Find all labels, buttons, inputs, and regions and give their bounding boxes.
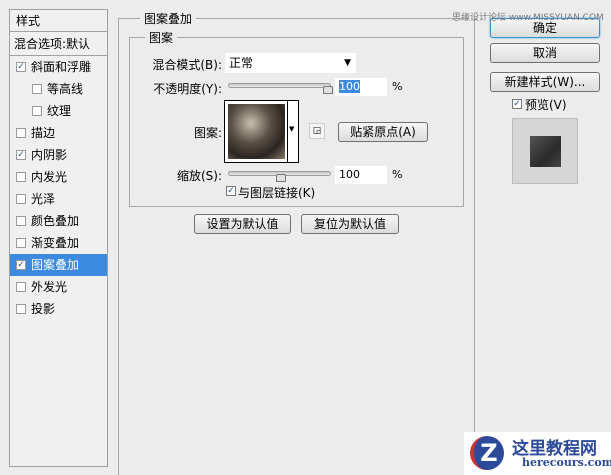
style-item[interactable]: ✓ 内阴影 (10, 144, 107, 166)
checkbox[interactable] (32, 84, 42, 94)
opacity-value: 100 (339, 80, 360, 93)
reset-default-button[interactable]: 复位为默认值 (301, 214, 399, 234)
blend-options-item[interactable]: 混合选项:默认 (10, 32, 107, 56)
style-item[interactable]: 外发光 (10, 276, 107, 298)
preview-label: 预览(V) (525, 98, 567, 112)
style-item-label: 斜面和浮雕 (31, 60, 92, 74)
style-item[interactable]: 投影 (10, 298, 107, 320)
blend-mode-value: 正常 (229, 56, 254, 70)
scale-input[interactable]: 100 (335, 166, 387, 184)
new-preset-icon[interactable]: ◲ (309, 123, 325, 139)
style-item-label: 光泽 (31, 192, 56, 206)
style-item[interactable]: 颜色叠加 (10, 210, 107, 232)
checkbox[interactable] (16, 304, 26, 314)
pattern-swatch (228, 104, 285, 159)
divider (118, 18, 119, 475)
link-label: 与图层链接(K) (238, 186, 316, 200)
style-item[interactable]: 光泽 (10, 188, 107, 210)
blend-mode-label: 混合模式(B): (152, 58, 222, 72)
style-item-label: 内发光 (31, 170, 68, 184)
style-item[interactable]: 渐变叠加 (10, 232, 107, 254)
checkbox[interactable] (16, 216, 26, 226)
logo-url: herecours.com (522, 456, 611, 469)
link-checkbox[interactable]: ✓ (226, 186, 236, 196)
opacity-label: 不透明度(Y): (153, 82, 222, 96)
style-item[interactable]: 描边 (10, 122, 107, 144)
opacity-input[interactable]: 100 (335, 78, 387, 96)
checkbox[interactable] (16, 172, 26, 182)
cancel-button[interactable]: 取消 (490, 43, 600, 63)
checkbox[interactable] (16, 128, 26, 138)
style-item-label: 内阴影 (31, 148, 68, 162)
chevron-down-icon: ▼ (289, 125, 295, 133)
style-item-label: 等高线 (47, 82, 84, 96)
pattern-picker[interactable]: ▼ (224, 100, 299, 163)
opacity-unit: % (392, 80, 403, 93)
style-item-label: 纹理 (47, 104, 72, 118)
style-item-label: 描边 (31, 126, 56, 140)
set-default-button[interactable]: 设置为默认值 (194, 214, 291, 234)
scale-slider-thumb[interactable] (276, 174, 286, 182)
style-item-label: 图案叠加 (31, 258, 80, 272)
style-item-label: 外发光 (31, 280, 68, 294)
style-item[interactable]: 内发光 (10, 166, 107, 188)
blend-mode-select[interactable]: 正常 ▼ (225, 53, 356, 73)
section-title: 图案叠加 (140, 10, 197, 27)
new-style-button[interactable]: 新建样式(W)... (490, 72, 600, 92)
preview-thumbnail (512, 118, 578, 184)
style-item[interactable]: ✓ 图案叠加 (10, 254, 107, 276)
preview-checkbox[interactable]: ✓ (512, 99, 522, 109)
style-item-label: 渐变叠加 (31, 236, 80, 250)
logo-icon: Z (470, 436, 504, 470)
chevron-down-icon: ▼ (344, 58, 351, 68)
checkbox[interactable] (16, 194, 26, 204)
site-logo: Z 这里教程网 herecours.com (464, 432, 611, 475)
checkbox[interactable] (16, 238, 26, 248)
checkbox[interactable]: ✓ (16, 260, 26, 270)
style-item-label: 投影 (31, 302, 56, 316)
style-item-label: 颜色叠加 (31, 214, 80, 228)
style-item[interactable]: 等高线 (10, 78, 107, 100)
style-list-header: 样式 (10, 10, 107, 32)
checkbox[interactable]: ✓ (16, 62, 26, 72)
scale-unit: % (392, 168, 403, 181)
checkbox[interactable] (32, 106, 42, 116)
opacity-slider[interactable] (228, 83, 331, 88)
scale-label: 缩放(S): (176, 169, 222, 183)
checkbox[interactable]: ✓ (16, 150, 26, 160)
divider (474, 18, 475, 475)
style-list: 样式 混合选项:默认 ✓ 斜面和浮雕等高线纹理描边 ✓ 内阴影内发光光泽颜色叠加渐变叠… (9, 9, 108, 467)
opacity-slider-thumb[interactable] (323, 86, 333, 94)
style-item[interactable]: 纹理 (10, 100, 107, 122)
pattern-label: 图案: (193, 126, 222, 140)
checkbox[interactable] (16, 282, 26, 292)
snap-to-origin-button[interactable]: 贴紧原点(A) (338, 122, 428, 142)
watermark-text: 思缘设计论坛 www.MISSYUAN.COM (452, 13, 604, 23)
style-item[interactable]: ✓ 斜面和浮雕 (10, 56, 107, 78)
pattern-group-title: 图案 (145, 29, 178, 46)
